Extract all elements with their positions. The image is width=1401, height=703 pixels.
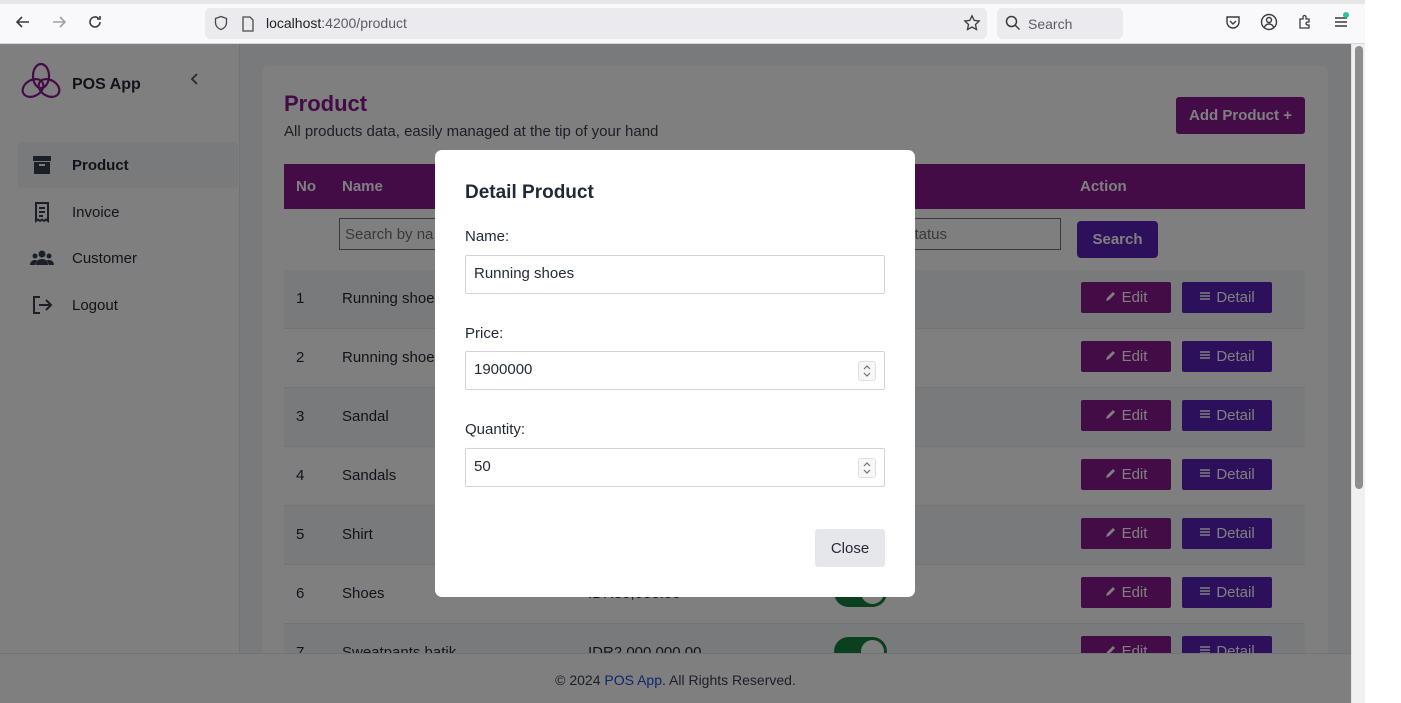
window-margin [1365,0,1401,703]
forward-icon[interactable] [49,12,69,32]
back-icon[interactable] [13,12,33,32]
price-label: Price: [465,325,504,342]
quantity-value: 50 [474,458,491,475]
modal-title: Detail Product [465,182,594,203]
extensions-icon[interactable] [1296,13,1314,31]
update-dot-icon [1343,12,1349,18]
price-value: 1900000 [474,361,533,378]
browser-search-placeholder: Search [1028,16,1073,32]
search-icon [1005,15,1021,36]
page-scrollbar[interactable] [1351,44,1365,703]
url-text[interactable]: localhost:4200/product [266,15,407,31]
number-stepper-icon[interactable] [858,458,876,478]
shield-icon[interactable] [213,15,229,36]
name-field[interactable]: Running shoes [465,255,885,294]
browser-toolbar: localhost:4200/product Search [0,0,1365,44]
page-icon [241,16,255,37]
close-button[interactable]: Close [815,529,885,567]
detail-product-modal: Detail Product Name: Running shoes Price… [435,150,915,597]
quantity-field[interactable]: 50 [465,448,885,487]
name-value: Running shoes [474,265,575,282]
name-label: Name: [465,228,510,245]
url-bar[interactable]: localhost:4200/product [205,8,987,39]
account-icon[interactable] [1260,13,1278,31]
price-field[interactable]: 1900000 [465,351,885,390]
quantity-label: Quantity: [465,421,526,438]
reload-icon[interactable] [85,12,105,32]
scrollbar-thumb[interactable] [1355,46,1363,489]
browser-search-box[interactable]: Search [997,8,1123,39]
pocket-icon[interactable] [1224,13,1242,31]
bookmark-star-icon[interactable] [963,14,981,37]
number-stepper-icon[interactable] [858,361,876,381]
tab-strip [0,0,1365,4]
page-viewport: POS App Product Invoice Customer [0,44,1351,703]
